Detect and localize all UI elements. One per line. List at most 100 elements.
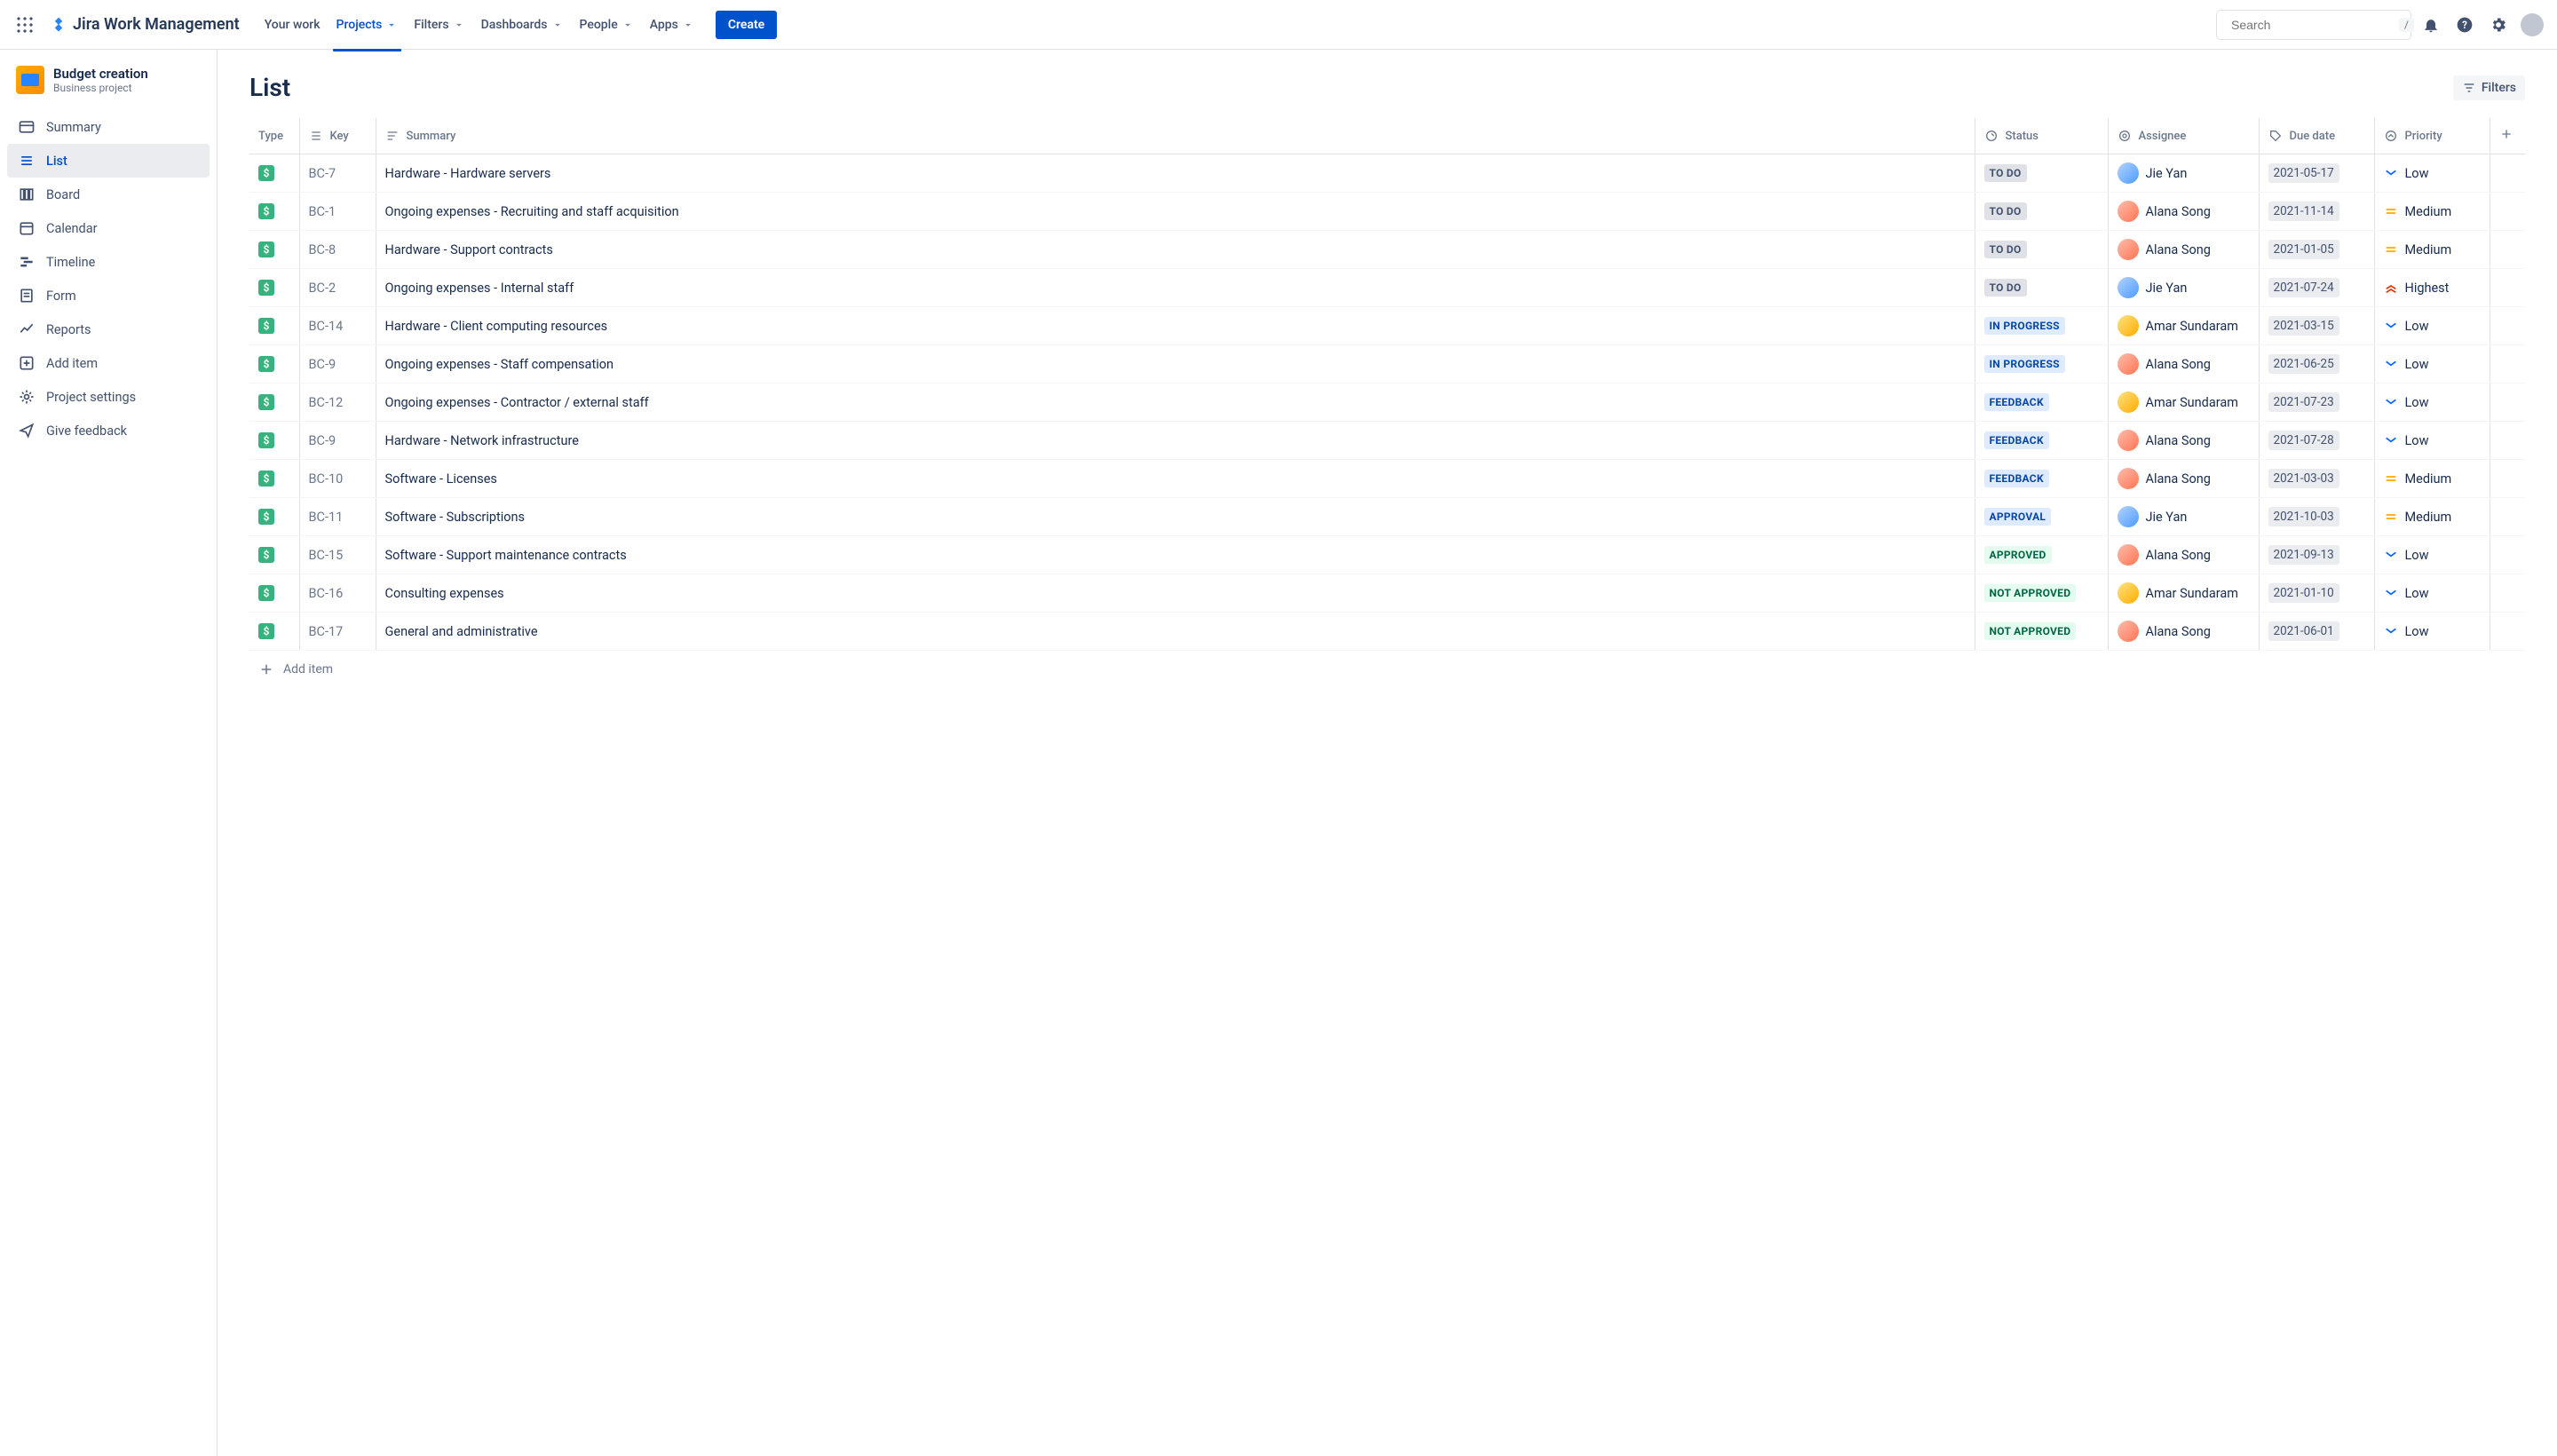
due-date[interactable]: 2021-07-23	[2268, 392, 2339, 412]
add-column-button[interactable]	[2490, 118, 2525, 154]
add-item-row[interactable]: Add item	[249, 651, 2525, 688]
assignee-cell[interactable]: Jie Yan	[2118, 277, 2250, 298]
status-lozenge[interactable]: FEEDBACK	[1984, 393, 2049, 411]
settings-icon[interactable]	[2484, 11, 2513, 39]
assignee-cell[interactable]: Alana Song	[2118, 239, 2250, 260]
assignee-cell[interactable]: Jie Yan	[2118, 162, 2250, 184]
column-key[interactable]: Key	[299, 118, 376, 154]
priority-cell[interactable]: Low	[2384, 433, 2481, 448]
app-switcher-icon[interactable]	[11, 11, 39, 39]
priority-cell[interactable]: Low	[2384, 548, 2481, 563]
priority-cell[interactable]: Low	[2384, 319, 2481, 334]
table-row[interactable]: $ BC-16 Consulting expenses NOT APPROVED…	[249, 574, 2525, 613]
issue-key[interactable]: BC-2	[299, 269, 376, 307]
priority-cell[interactable]: Low	[2384, 395, 2481, 410]
assignee-cell[interactable]: Amar Sundaram	[2118, 392, 2250, 413]
table-row[interactable]: $ BC-9 Ongoing expenses - Staff compensa…	[249, 345, 2525, 384]
sidebar-item-summary[interactable]: Summary	[7, 110, 210, 144]
status-lozenge[interactable]: APPROVED	[1984, 546, 2052, 564]
project-header[interactable]: Budget creation Business project	[7, 66, 210, 110]
nav-item-apps[interactable]: Apps	[643, 12, 701, 37]
issue-summary[interactable]: Ongoing expenses - Recruiting and staff …	[376, 193, 1975, 231]
due-date[interactable]: 2021-05-17	[2268, 163, 2339, 183]
due-date[interactable]: 2021-11-14	[2268, 202, 2339, 221]
due-date[interactable]: 2021-06-25	[2268, 354, 2339, 374]
search-input[interactable]	[2231, 18, 2392, 32]
assignee-cell[interactable]: Alana Song	[2118, 353, 2250, 375]
table-row[interactable]: $ BC-10 Software - Licenses FEEDBACK Ala…	[249, 460, 2525, 498]
issue-key[interactable]: BC-9	[299, 422, 376, 460]
assignee-cell[interactable]: Alana Song	[2118, 201, 2250, 222]
nav-item-projects[interactable]: Projects	[329, 12, 406, 37]
sidebar-item-give-feedback[interactable]: Give feedback	[7, 414, 210, 447]
issue-summary[interactable]: Hardware - Support contracts	[376, 231, 1975, 269]
issue-summary[interactable]: Hardware - Network infrastructure	[376, 422, 1975, 460]
priority-cell[interactable]: Medium	[2384, 204, 2481, 219]
due-date[interactable]: 2021-09-13	[2268, 545, 2339, 565]
status-lozenge[interactable]: FEEDBACK	[1984, 431, 2049, 449]
assignee-cell[interactable]: Alana Song	[2118, 544, 2250, 566]
priority-cell[interactable]: Low	[2384, 166, 2481, 181]
assignee-cell[interactable]: Alana Song	[2118, 621, 2250, 642]
issue-key[interactable]: BC-10	[299, 460, 376, 498]
status-lozenge[interactable]: TO DO	[1984, 241, 2027, 258]
assignee-cell[interactable]: Alana Song	[2118, 468, 2250, 489]
sidebar-item-calendar[interactable]: Calendar	[7, 211, 210, 245]
nav-item-dashboards[interactable]: Dashboards	[474, 12, 571, 37]
sidebar-item-project-settings[interactable]: Project settings	[7, 380, 210, 414]
issue-key[interactable]: BC-17	[299, 613, 376, 651]
sidebar-item-add-item[interactable]: Add item	[7, 346, 210, 380]
table-row[interactable]: $ BC-1 Ongoing expenses - Recruiting and…	[249, 193, 2525, 231]
priority-cell[interactable]: Highest	[2384, 281, 2481, 296]
issue-summary[interactable]: Ongoing expenses - Contractor / external…	[376, 384, 1975, 422]
priority-cell[interactable]: Medium	[2384, 471, 2481, 487]
product-logo[interactable]: Jira Work Management	[43, 15, 247, 34]
issue-summary[interactable]: Ongoing expenses - Staff compensation	[376, 345, 1975, 384]
issue-summary[interactable]: Hardware - Client computing resources	[376, 307, 1975, 345]
table-row[interactable]: $ BC-14 Hardware - Client computing reso…	[249, 307, 2525, 345]
table-row[interactable]: $ BC-11 Software - Subscriptions APPROVA…	[249, 498, 2525, 536]
status-lozenge[interactable]: NOT APPROVED	[1984, 584, 2077, 602]
issue-key[interactable]: BC-8	[299, 231, 376, 269]
assignee-cell[interactable]: Jie Yan	[2118, 506, 2250, 527]
nav-item-people[interactable]: People	[573, 12, 641, 37]
column-summary[interactable]: Summary	[376, 118, 1975, 154]
global-search[interactable]: /	[2216, 10, 2411, 40]
column-due-date[interactable]: Due date	[2259, 118, 2374, 154]
due-date[interactable]: 2021-01-05	[2268, 240, 2339, 259]
nav-item-your-work[interactable]: Your work	[257, 12, 328, 37]
due-date[interactable]: 2021-03-15	[2268, 316, 2339, 336]
status-lozenge[interactable]: TO DO	[1984, 164, 2027, 182]
due-date[interactable]: 2021-07-24	[2268, 278, 2339, 297]
column-status[interactable]: Status	[1975, 118, 2108, 154]
issue-summary[interactable]: Software - Licenses	[376, 460, 1975, 498]
nav-item-filters[interactable]: Filters	[407, 12, 471, 37]
table-row[interactable]: $ BC-12 Ongoing expenses - Contractor / …	[249, 384, 2525, 422]
profile-avatar[interactable]	[2518, 11, 2546, 39]
assignee-cell[interactable]: Amar Sundaram	[2118, 582, 2250, 604]
priority-cell[interactable]: Low	[2384, 357, 2481, 372]
create-button[interactable]: Create	[716, 11, 777, 39]
issue-key[interactable]: BC-11	[299, 498, 376, 536]
help-icon[interactable]: ?	[2450, 11, 2479, 39]
status-lozenge[interactable]: FEEDBACK	[1984, 470, 2049, 487]
table-row[interactable]: $ BC-8 Hardware - Support contracts TO D…	[249, 231, 2525, 269]
column-assignee[interactable]: Assignee	[2108, 118, 2259, 154]
sidebar-item-list[interactable]: List	[7, 144, 210, 178]
issue-key[interactable]: BC-9	[299, 345, 376, 384]
issue-key[interactable]: BC-1	[299, 193, 376, 231]
column-type[interactable]: Type	[249, 118, 299, 154]
status-lozenge[interactable]: NOT APPROVED	[1984, 622, 2077, 640]
due-date[interactable]: 2021-10-03	[2268, 507, 2339, 526]
assignee-cell[interactable]: Alana Song	[2118, 430, 2250, 451]
issue-key[interactable]: BC-15	[299, 536, 376, 574]
issue-summary[interactable]: Software - Subscriptions	[376, 498, 1975, 536]
priority-cell[interactable]: Medium	[2384, 510, 2481, 525]
status-lozenge[interactable]: IN PROGRESS	[1984, 317, 2065, 335]
notifications-icon[interactable]	[2417, 11, 2445, 39]
table-row[interactable]: $ BC-7 Hardware - Hardware servers TO DO…	[249, 154, 2525, 193]
issue-key[interactable]: BC-14	[299, 307, 376, 345]
issue-key[interactable]: BC-16	[299, 574, 376, 613]
issue-summary[interactable]: General and administrative	[376, 613, 1975, 651]
due-date[interactable]: 2021-01-10	[2268, 583, 2339, 603]
